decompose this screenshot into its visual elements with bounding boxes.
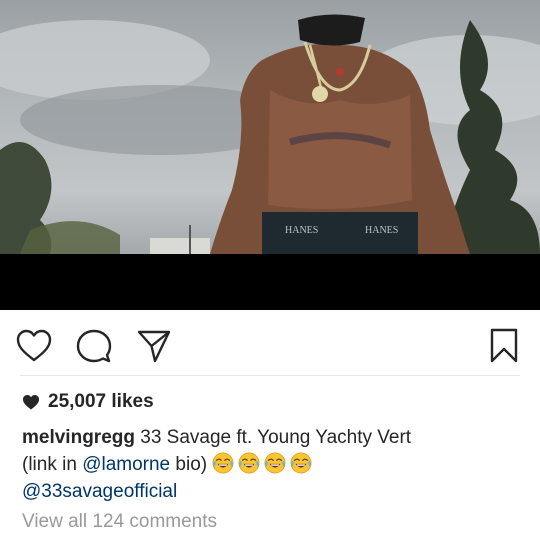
share-icon bbox=[137, 330, 171, 363]
mention-link[interactable]: @lamorne bbox=[82, 454, 170, 475]
tears-of-joy-emoji-icon bbox=[238, 452, 260, 474]
comment-button[interactable] bbox=[74, 326, 114, 366]
caption-text: 33 Savage ft. Young Yachty Vert bbox=[140, 427, 412, 448]
heart-filled-icon bbox=[23, 395, 39, 410]
tears-of-joy-emoji-icon bbox=[290, 452, 312, 474]
post-image: HANES HANES bbox=[0, 14, 540, 254]
save-button[interactable] bbox=[484, 326, 524, 366]
action-bar bbox=[0, 318, 540, 372]
waistband-text: HANES bbox=[285, 225, 318, 236]
mention-link[interactable]: @33savageofficial bbox=[22, 481, 177, 502]
likes-count[interactable]: 25,007 likes bbox=[22, 391, 154, 413]
comment-icon bbox=[76, 329, 112, 363]
bookmark-icon bbox=[490, 328, 518, 363]
caption-text: bio) bbox=[170, 454, 208, 475]
tears-of-joy-emoji-icon bbox=[264, 452, 286, 474]
waistband-text: HANES bbox=[365, 225, 398, 236]
like-button[interactable] bbox=[14, 326, 54, 366]
share-button[interactable] bbox=[134, 326, 174, 366]
divider bbox=[20, 375, 520, 376]
emoji-row bbox=[212, 452, 316, 475]
likes-label: 25,007 likes bbox=[48, 391, 154, 412]
tears-of-joy-emoji-icon bbox=[212, 452, 234, 474]
caption-username[interactable]: melvingregg bbox=[22, 427, 135, 448]
view-all-comments-link[interactable]: View all 124 comments bbox=[22, 511, 217, 533]
caption-text: (link in bbox=[22, 454, 83, 475]
video-letterbox bbox=[0, 254, 540, 310]
post-caption: melvingregg 33 Savage ft. Young Yachty V… bbox=[22, 424, 522, 505]
heart-icon bbox=[16, 329, 52, 362]
post-media[interactable]: HANES HANES bbox=[0, 0, 540, 254]
